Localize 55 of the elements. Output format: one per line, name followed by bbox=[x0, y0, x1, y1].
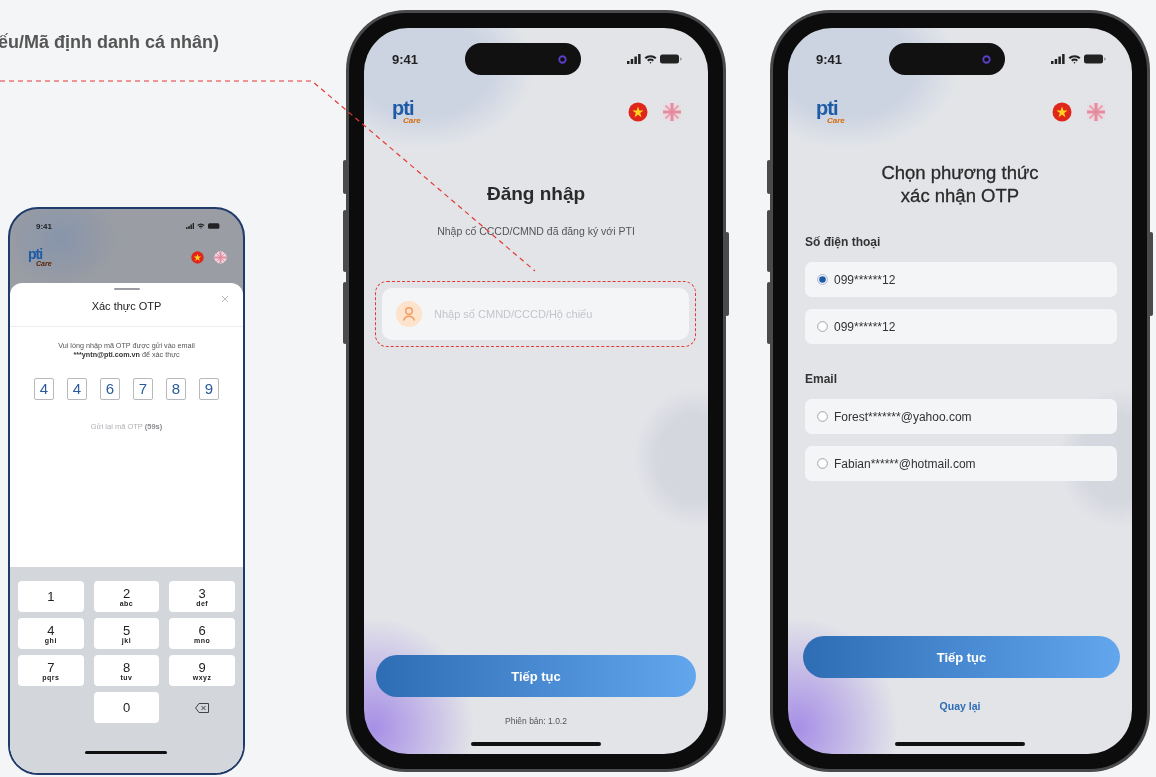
otp-digit-field[interactable]: 8 bbox=[166, 377, 186, 400]
status-time: 9:41 bbox=[816, 51, 843, 67]
uk-flag-icon bbox=[214, 250, 227, 264]
camera-icon bbox=[557, 54, 567, 64]
logo-subtitle: Care bbox=[827, 117, 845, 125]
wifi-icon bbox=[1068, 54, 1081, 64]
logo-subtitle: Care bbox=[403, 117, 421, 125]
drag-handle[interactable] bbox=[113, 288, 140, 290]
otp-digit-field[interactable]: 4 bbox=[67, 377, 87, 400]
otp-digit-field[interactable]: 9 bbox=[199, 377, 219, 400]
otp-option[interactable]: Forest*******@yahoo.com bbox=[805, 399, 1117, 435]
keypad-key[interactable]: 0 bbox=[93, 692, 160, 723]
signal-icon bbox=[627, 54, 641, 64]
radio-button-icon[interactable] bbox=[817, 411, 828, 423]
status-time: 9:41 bbox=[36, 221, 52, 231]
screen-title: Chọn phương thức xác nhận OTP bbox=[880, 161, 1040, 208]
signal-icon bbox=[185, 223, 194, 229]
screen-subtitle: Nhập cố CCCD/CMND đã đăng ký với PTI bbox=[436, 225, 636, 237]
battery-icon bbox=[1084, 54, 1106, 64]
sheet-title: Xác thực OTP bbox=[91, 300, 162, 312]
otp-option[interactable]: 099******12 bbox=[805, 309, 1117, 345]
otp-option[interactable]: 099******12 bbox=[805, 262, 1117, 298]
section-label: Số điện thoại bbox=[805, 235, 882, 250]
otp-digit-field[interactable]: 4 bbox=[34, 377, 54, 400]
wifi-icon bbox=[644, 54, 657, 64]
logo-text: pti bbox=[392, 98, 414, 118]
battery-icon bbox=[207, 223, 221, 229]
vietnam-flag-icon bbox=[628, 101, 648, 122]
radio-button-icon[interactable] bbox=[817, 274, 828, 286]
continue-button[interactable]: Tiếp tục bbox=[376, 655, 696, 697]
vietnam-flag-icon bbox=[1052, 101, 1072, 122]
wifi-icon bbox=[197, 223, 205, 229]
battery-icon bbox=[660, 54, 682, 64]
otp-digit-field[interactable]: 7 bbox=[133, 377, 153, 400]
otp-option[interactable]: Fabian******@hotmail.com bbox=[805, 446, 1117, 482]
version-text: Phiên bản: 1.0.2 bbox=[504, 716, 568, 726]
camera-icon bbox=[981, 54, 991, 64]
otp-digit-field[interactable]: 6 bbox=[100, 377, 120, 400]
uk-flag-icon bbox=[662, 101, 682, 122]
vietnam-flag-icon bbox=[191, 250, 204, 264]
continue-button[interactable]: Tiếp tục bbox=[803, 636, 1120, 678]
backspace-icon[interactable] bbox=[195, 702, 210, 713]
status-time: 9:41 bbox=[392, 51, 419, 67]
back-link[interactable]: Quay lại bbox=[939, 700, 981, 712]
radio-button-icon[interactable] bbox=[817, 458, 828, 470]
screen-title: Đăng nhập bbox=[485, 183, 587, 205]
user-icon bbox=[396, 301, 422, 327]
signal-icon bbox=[1051, 54, 1065, 64]
keypad-key[interactable]: 1 bbox=[18, 581, 84, 612]
uk-flag-icon bbox=[1086, 101, 1106, 122]
logo-text: pti bbox=[816, 98, 838, 118]
logo-text: pti bbox=[28, 247, 43, 261]
radio-button-icon[interactable] bbox=[817, 321, 828, 333]
section-label: Email bbox=[805, 372, 838, 387]
close-icon[interactable] bbox=[221, 295, 229, 303]
